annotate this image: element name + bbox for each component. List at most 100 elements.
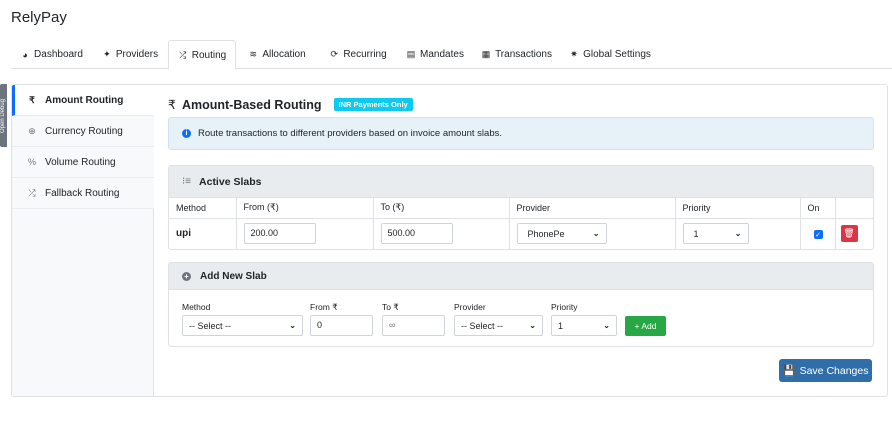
tab-providers[interactable]: ✦ Providers	[92, 40, 168, 69]
routing-icon: ⤮	[179, 49, 187, 60]
column-header-method: Method	[169, 198, 237, 219]
column-header-to: To (₹)	[373, 198, 510, 219]
allocation-icon: ≋	[249, 49, 258, 59]
sidebar-item-currency-routing[interactable]: ⊕ Currency Routing	[12, 116, 154, 147]
row-actions-cell: 🗑	[835, 218, 873, 249]
main-tabs: ◕ Dashboard ✦ Providers ⤮ Routing ≋ Allo…	[11, 40, 892, 70]
tab-label: Routing	[191, 49, 227, 61]
rupee-icon: ₹	[168, 98, 176, 112]
tab-mandates[interactable]: ▤ Mandates	[398, 40, 472, 69]
tab-label: Recurring	[343, 49, 387, 60]
app-title: RelyPay	[11, 9, 67, 26]
sidebar-item-label: Volume Routing	[45, 156, 116, 168]
new-from-input[interactable]: 0	[310, 315, 373, 336]
new-method-select[interactable]: -- Select -- ⌄	[182, 315, 303, 336]
to-amount-input[interactable]: 500.00	[380, 223, 453, 245]
from-label: From ₹	[310, 302, 338, 312]
save-changes-label: Save Changes	[799, 364, 869, 377]
provider-select-value: PhonePe	[527, 228, 565, 239]
provider-label: Provider	[454, 302, 486, 312]
row-from-cell: 200.00	[236, 218, 374, 249]
tab-global-settings[interactable]: ✷ Global Settings	[561, 40, 659, 69]
chevron-down-icon: ⌄	[592, 229, 600, 239]
tab-dashboard[interactable]: ◕ Dashboard	[11, 40, 92, 69]
sidebar-item-volume-routing[interactable]: % Volume Routing	[12, 147, 154, 178]
column-header-priority: Priority	[675, 198, 801, 219]
tab-label: Mandates	[420, 49, 464, 60]
add-slab-header: + Add New Slab	[169, 263, 873, 290]
tab-label: Allocation	[262, 49, 306, 60]
add-slab-title: Add New Slab	[200, 270, 267, 282]
row-on-cell: ✓	[800, 218, 836, 249]
column-header-provider: Provider	[509, 198, 676, 219]
info-icon: i	[182, 129, 191, 138]
from-amount-input[interactable]: 200.00	[243, 223, 316, 245]
tab-label: Dashboard	[34, 49, 83, 60]
debug-drawer-handle[interactable]: Open Debug	[0, 84, 7, 147]
column-header-from: From (₹)	[236, 198, 374, 219]
priority-select-value: 1	[693, 228, 699, 239]
to-label: To ₹	[382, 302, 399, 312]
shuffle-icon: ⤮	[28, 187, 36, 198]
tab-label: Providers	[115, 49, 159, 60]
chevron-down-icon: ⌄	[529, 321, 536, 330]
inr-only-badge: INR Payments Only	[333, 98, 413, 111]
info-alert: i Route transactions to different provid…	[168, 117, 874, 150]
column-header-on: On	[800, 198, 836, 219]
tab-routing[interactable]: ⤮ Routing	[168, 40, 236, 70]
save-icon: 💾	[782, 365, 796, 377]
global-settings-icon: ✷	[570, 49, 578, 59]
list-ordered-icon: ⁝≡	[182, 176, 192, 187]
row-provider-cell: PhonePe ⌄	[509, 218, 676, 249]
tab-transactions[interactable]: ▦ Transactions	[472, 40, 561, 69]
add-slab-card: + Add New Slab Method From ₹ To ₹ Provid…	[168, 262, 874, 347]
chevron-down-icon: ⌄	[289, 321, 296, 330]
table-header-row: Method From (₹) To (₹) Provider Priority…	[169, 198, 873, 219]
new-to-input[interactable]: ∞	[382, 315, 445, 336]
new-provider-select-value: -- Select --	[461, 320, 504, 331]
percent-icon: %	[27, 157, 36, 167]
row-priority-cell: 1 ⌄	[675, 218, 801, 249]
providers-icon: ✦	[103, 49, 111, 59]
sidebar-item-label: Fallback Routing	[45, 187, 120, 199]
active-slabs-card: ⁝≡ Active Slabs Method From (₹) To (₹) P…	[168, 165, 874, 250]
trash-icon: 🗑	[843, 228, 855, 239]
new-provider-select[interactable]: -- Select -- ⌄	[454, 315, 543, 336]
table-row: upi 200.00 500.00 PhonePe ⌄ 1 ⌄ ✓ 🗑	[169, 218, 873, 249]
routing-main: ₹ Amount-Based Routing INR Payments Only…	[155, 85, 887, 396]
save-changes-button[interactable]: 💾 Save Changes	[779, 359, 872, 382]
method-label: Method	[182, 302, 211, 312]
plus-circle-icon: +	[182, 271, 191, 281]
sidebar-item-fallback-routing[interactable]: ⤮ Fallback Routing	[12, 178, 154, 209]
active-slabs-header: ⁝≡ Active Slabs	[169, 166, 873, 198]
slabs-table: Method From (₹) To (₹) Provider Priority…	[169, 198, 873, 249]
recurring-icon: ⟳	[330, 49, 339, 59]
tab-label: Transactions	[495, 49, 552, 60]
tab-label: Global Settings	[583, 49, 651, 60]
provider-select[interactable]: PhonePe ⌄	[516, 223, 607, 245]
tab-recurring[interactable]: ⟳ Recurring	[318, 40, 398, 69]
add-slab-button[interactable]: + Add	[625, 316, 666, 336]
enabled-checkbox[interactable]: ✓	[813, 230, 823, 239]
routing-sidebar: ₹ Amount Routing ⊕ Currency Routing % Vo…	[12, 85, 154, 396]
routing-card: ₹ Amount Routing ⊕ Currency Routing % Vo…	[11, 84, 888, 397]
sidebar-item-label: Amount Routing	[45, 94, 124, 106]
new-priority-select[interactable]: 1 ⌄	[551, 315, 617, 336]
row-to-cell: 500.00	[373, 218, 510, 249]
page-title: ₹ Amount-Based Routing INR Payments Only	[168, 97, 413, 112]
delete-slab-button[interactable]: 🗑	[840, 225, 858, 243]
dashboard-icon: ◕	[22, 49, 28, 60]
globe-icon: ⊕	[28, 125, 36, 136]
info-text: Route transactions to different provider…	[198, 128, 502, 139]
column-header-actions	[835, 198, 873, 219]
page-title-text: Amount-Based Routing	[181, 97, 322, 112]
row-method: upi	[169, 218, 237, 249]
chevron-down-icon: ⌄	[603, 321, 610, 330]
mandates-icon: ▤	[406, 49, 416, 59]
priority-select[interactable]: 1 ⌄	[682, 223, 749, 245]
transactions-icon: ▦	[481, 49, 491, 59]
chevron-down-icon: ⌄	[734, 229, 742, 239]
tab-allocation[interactable]: ≋ Allocation	[236, 40, 318, 69]
sidebar-item-amount-routing[interactable]: ₹ Amount Routing	[12, 85, 154, 116]
active-slabs-title: Active Slabs	[199, 175, 262, 188]
